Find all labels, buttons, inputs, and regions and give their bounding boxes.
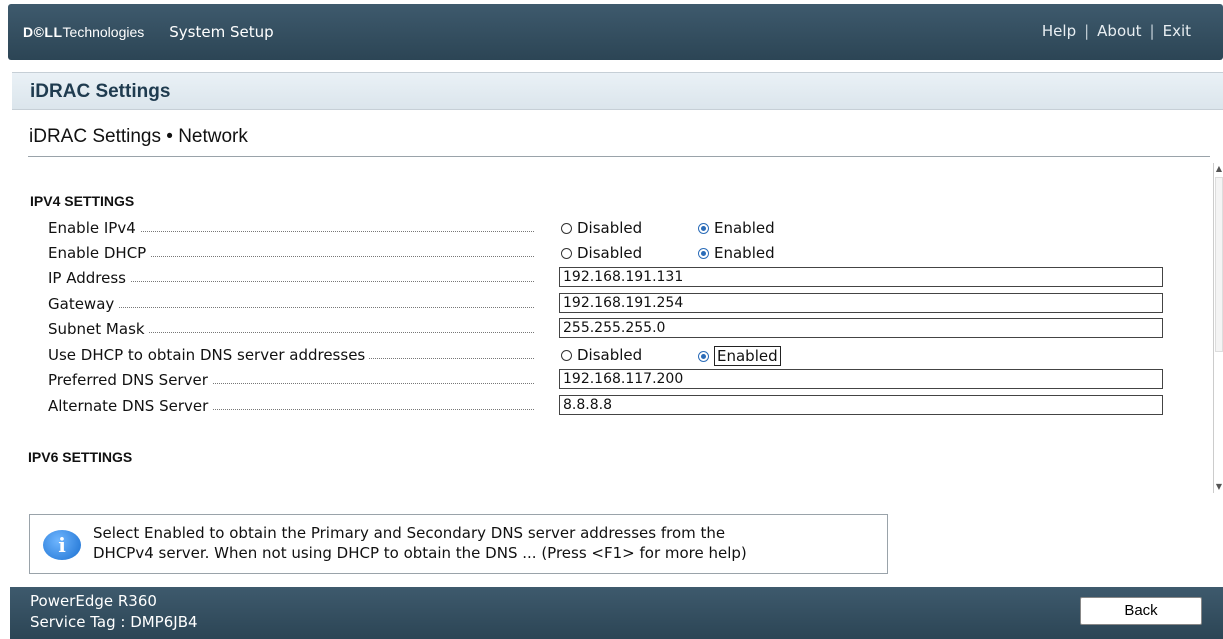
help-line-1: Select Enabled to obtain the Primary and… (93, 524, 726, 542)
radio-off-icon (561, 222, 572, 234)
preferred-dns-label: Preferred DNS Server (48, 371, 212, 389)
preferred-dns-field[interactable]: 192.168.117.200 (559, 369, 1163, 389)
ip-address-label: IP Address (48, 269, 130, 287)
breadcrumb: iDRAC Settings • Network (29, 126, 248, 147)
enable-ipv4-disabled-option[interactable]: Disabled (561, 219, 642, 237)
gateway-field[interactable]: 192.168.191.254 (559, 293, 1163, 313)
dhcp-dns-label: Use DHCP to obtain DNS server addresses (48, 346, 370, 364)
radio-off-icon (561, 349, 572, 361)
enable-ipv4-row: Enable IPv4 Disabled Enabled (48, 217, 1168, 239)
link-separator: | (1149, 22, 1155, 40)
settings-panel: iDRAC Settings iDRAC Settings • Network … (12, 72, 1223, 505)
option-label: Disabled (577, 219, 643, 237)
alternate-dns-field[interactable]: 8.8.8.8 (559, 395, 1163, 415)
panel-header: iDRAC Settings (12, 73, 1223, 110)
enable-ipv4-enabled-option[interactable]: Enabled (698, 219, 775, 237)
top-links: Help | About | Exit (1042, 22, 1191, 40)
panel-title: iDRAC Settings (30, 81, 171, 102)
system-model: PowerEdge R360 (30, 592, 157, 610)
brand-technologies: Technologies (62, 24, 145, 40)
footer-bar: PowerEdge R360 Service Tag : DMP6JB4 Bac… (10, 587, 1223, 639)
back-button[interactable]: Back (1080, 597, 1202, 625)
ip-address-row: IP Address 192.168.191.131 (48, 267, 1168, 289)
app-title: System Setup (169, 23, 274, 41)
breadcrumb-divider (28, 156, 1210, 157)
radio-off-icon (561, 247, 572, 259)
settings-content: IPV4 SETTINGS Enable IPv4 Disabled Enabl… (28, 169, 1198, 499)
enable-dhcp-disabled-option[interactable]: Disabled (561, 244, 642, 262)
option-label: Disabled (577, 244, 643, 262)
help-text: Select Enabled to obtain the Primary and… (93, 523, 873, 563)
enable-dhcp-label: Enable DHCP (48, 244, 151, 262)
subnet-mask-row: Subnet Mask 255.255.255.0 (48, 318, 1168, 340)
dell-logo: D©LLTechnologies (23, 24, 144, 40)
enable-dhcp-enabled-option[interactable]: Enabled (698, 244, 775, 262)
alternate-dns-row: Alternate DNS Server 8.8.8.8 (48, 395, 1168, 417)
brand-dell: D©LL (23, 24, 63, 40)
subnet-mask-field[interactable]: 255.255.255.0 (559, 318, 1163, 338)
option-label: Enabled (714, 244, 775, 262)
dhcp-dns-disabled-option[interactable]: Disabled (561, 346, 642, 364)
scroll-down-icon[interactable]: ▼ (1214, 481, 1223, 493)
radio-on-icon (698, 350, 709, 362)
subnet-mask-label: Subnet Mask (48, 320, 149, 338)
alternate-dns-label: Alternate DNS Server (48, 397, 213, 415)
option-label: Enabled (714, 219, 775, 237)
radio-on-icon (698, 222, 709, 234)
info-icon: i (43, 530, 81, 560)
preferred-dns-row: Preferred DNS Server 192.168.117.200 (48, 369, 1168, 391)
radio-on-icon (698, 247, 709, 259)
top-bar: D©LLTechnologies System Setup Help | Abo… (8, 4, 1223, 60)
enable-ipv4-label: Enable IPv4 (48, 219, 140, 237)
dhcp-dns-row: Use DHCP to obtain DNS server addresses … (48, 344, 1168, 366)
scroll-thumb[interactable] (1215, 177, 1223, 352)
option-label-focused: Enabled (714, 346, 781, 366)
service-tag: Service Tag : DMP6JB4 (30, 613, 198, 631)
scroll-up-icon[interactable]: ▲ (1214, 163, 1223, 175)
ipv4-heading: IPV4 SETTINGS (30, 193, 135, 209)
help-box: i Select Enabled to obtain the Primary a… (29, 514, 888, 574)
link-separator: | (1084, 22, 1090, 40)
option-label: Disabled (577, 346, 643, 364)
dhcp-dns-enabled-option[interactable]: Enabled (698, 346, 781, 366)
ip-address-field[interactable]: 192.168.191.131 (559, 267, 1163, 287)
ipv6-heading: IPV6 SETTINGS (28, 449, 133, 465)
vertical-scrollbar[interactable]: ▲ ▼ (1213, 163, 1223, 493)
help-link[interactable]: Help (1042, 22, 1076, 40)
exit-link[interactable]: Exit (1163, 22, 1191, 40)
enable-dhcp-row: Enable DHCP Disabled Enabled (48, 242, 1168, 264)
about-link[interactable]: About (1097, 22, 1141, 40)
gateway-row: Gateway 192.168.191.254 (48, 293, 1168, 315)
gateway-label: Gateway (48, 295, 119, 313)
help-line-2: DHCPv4 server. When not using DHCP to ob… (93, 544, 747, 562)
